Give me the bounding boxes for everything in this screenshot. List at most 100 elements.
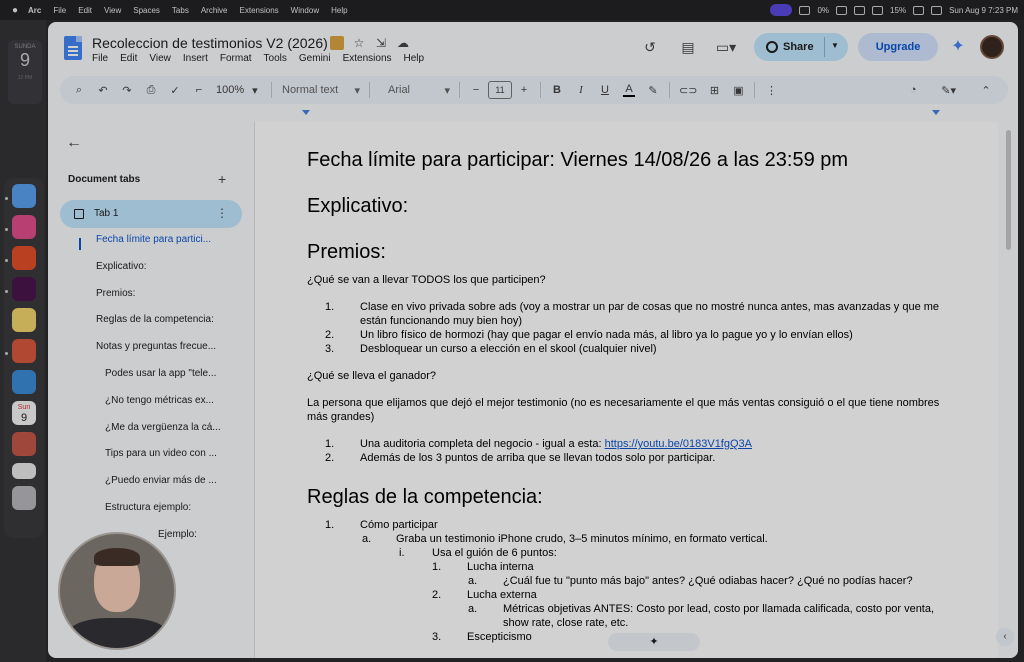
arc-icon[interactable]: [12, 215, 36, 239]
cpu-percent[interactable]: 0%: [817, 6, 829, 15]
font-select[interactable]: Arial ▾: [388, 80, 450, 100]
highlight-icon[interactable]: ✎: [646, 80, 660, 100]
font-size-input[interactable]: 11: [488, 81, 512, 99]
link-icon[interactable]: ⊂⊃: [679, 80, 697, 100]
menubar-view[interactable]: View: [104, 6, 121, 15]
version-history-icon[interactable]: ↺: [640, 37, 660, 57]
docs-logo-icon[interactable]: [64, 36, 82, 60]
menu-help[interactable]: Help: [404, 53, 425, 64]
outline-item[interactable]: Premios:: [96, 288, 246, 315]
menu-file[interactable]: File: [92, 53, 108, 64]
chevron-left-icon[interactable]: ‹: [996, 628, 1014, 646]
paragraph-style-select[interactable]: Normal text ▾: [282, 80, 360, 100]
apple-icon[interactable]: ●: [6, 5, 24, 16]
outline-item[interactable]: Estructura ejemplo:: [96, 502, 246, 529]
notes-icon[interactable]: [12, 308, 36, 332]
record-icon[interactable]: [872, 5, 884, 15]
bold-button[interactable]: B: [550, 80, 564, 100]
zoom-select[interactable]: 100% ▾: [216, 80, 262, 100]
menubar-file[interactable]: File: [53, 6, 66, 15]
window-icon[interactable]: [12, 463, 36, 479]
chevron-down-icon[interactable]: ▼: [831, 41, 839, 50]
outline-item[interactable]: ¿Puedo enviar más de ...: [96, 475, 246, 502]
menu-gemini[interactable]: Gemini: [299, 53, 331, 64]
screen-recorder-icon[interactable]: [770, 4, 793, 16]
menu-tools[interactable]: Tools: [264, 53, 287, 64]
outline-item[interactable]: Fecha límite para partici...: [96, 234, 246, 261]
insert-image-icon[interactable]: ▣: [731, 80, 745, 100]
display-icon[interactable]: [836, 5, 848, 15]
camera-icon[interactable]: [854, 5, 866, 15]
document-title[interactable]: Recoleccion de testimonios V2 (2026): [92, 35, 328, 51]
youtube-link[interactable]: https://youtu.be/0183V1fgQ3A: [605, 438, 752, 450]
outline-item[interactable]: Notas y preguntas frecue...: [96, 341, 246, 368]
tab-1[interactable]: Tab 1 ⋮: [60, 200, 242, 228]
brave-icon[interactable]: [12, 246, 36, 270]
calendar-widget[interactable]: SUNDA 9 12 PM: [8, 40, 42, 104]
menubar-help[interactable]: Help: [331, 6, 347, 15]
status-app-icon[interactable]: [799, 5, 811, 15]
battery-icon[interactable]: [913, 5, 925, 15]
outline-item[interactable]: Explicativo:: [96, 261, 246, 288]
freeform-icon[interactable]: [12, 370, 36, 394]
comments-icon[interactable]: ▤: [678, 37, 698, 57]
avatar[interactable]: [980, 35, 1004, 59]
calendar-icon[interactable]: Sun 9: [12, 401, 36, 425]
tab-options-icon[interactable]: ⋮: [216, 206, 228, 220]
finder-icon[interactable]: [12, 184, 36, 208]
share-button[interactable]: Share ▼: [754, 33, 848, 61]
undo-icon[interactable]: ↶: [96, 80, 110, 100]
upgrade-button[interactable]: Upgrade: [858, 33, 938, 61]
menubar-archive[interactable]: Archive: [201, 6, 228, 15]
gemini-floating-button[interactable]: ✦: [608, 633, 700, 651]
menubar-window[interactable]: Window: [291, 6, 319, 15]
text-color-button[interactable]: A: [622, 80, 636, 100]
outline-item[interactable]: Reglas de la competencia:: [96, 314, 246, 341]
menubar-clock[interactable]: Sun Aug 9 7:23 PM: [949, 6, 1018, 15]
italic-button[interactable]: I: [574, 80, 588, 100]
decrease-font-size-icon[interactable]: −: [469, 80, 483, 100]
vertical-scrollbar[interactable]: [1006, 130, 1011, 250]
trash-icon[interactable]: [12, 486, 36, 510]
menu-format[interactable]: Format: [220, 53, 252, 64]
menubar-spaces[interactable]: Spaces: [133, 6, 160, 15]
menubar-tabs[interactable]: Tabs: [172, 6, 189, 15]
print-icon[interactable]: ⎙: [144, 80, 158, 100]
ruler-indent-marker[interactable]: [302, 110, 310, 115]
outline-item[interactable]: Podes usar la app "tele...: [96, 368, 246, 395]
redo-icon[interactable]: ↷: [120, 80, 134, 100]
chevron-up-icon[interactable]: ⌃: [979, 80, 993, 100]
spellcheck-icon[interactable]: ✓: [168, 80, 182, 100]
back-arrow-icon[interactable]: ←: [66, 134, 82, 152]
menu-view[interactable]: View: [149, 53, 171, 64]
editing-mode-icon[interactable]: ✎▾: [941, 80, 956, 100]
gemini-icon[interactable]: ✦: [950, 39, 966, 55]
add-comment-icon[interactable]: ⊞: [707, 80, 721, 100]
flower-app-icon[interactable]: [12, 339, 36, 363]
document-page[interactable]: Fecha límite para participar: Viernes 14…: [254, 122, 998, 658]
underline-button[interactable]: U: [598, 80, 612, 100]
gemini-toolbar-icon[interactable]: ◔: [906, 80, 920, 100]
menubar-app-name[interactable]: Arc: [28, 6, 41, 15]
move-folder-icon[interactable]: ⇲: [374, 36, 388, 50]
outline-item[interactable]: ¿Me da vergüenza la cá...: [96, 422, 246, 449]
outline-item[interactable]: ¿No tengo métricas ex...: [96, 395, 246, 422]
outline-item[interactable]: Tips para un video con ...: [96, 448, 246, 475]
add-tab-icon[interactable]: +: [218, 171, 226, 187]
emoji-icon[interactable]: [330, 36, 344, 50]
menu-extensions[interactable]: Extensions: [343, 53, 392, 64]
menu-edit[interactable]: Edit: [120, 53, 137, 64]
slack-icon[interactable]: [12, 277, 36, 301]
battery-percent[interactable]: 15%: [890, 6, 906, 15]
increase-font-size-icon[interactable]: +: [517, 80, 531, 100]
ruler-right-margin-marker[interactable]: [932, 110, 940, 115]
cloud-status-icon[interactable]: ☁: [396, 36, 410, 50]
more-options-icon[interactable]: ⋮: [764, 80, 778, 100]
photo-app-icon[interactable]: [12, 432, 36, 456]
paint-format-icon[interactable]: ⌐: [192, 80, 206, 100]
search-menus-icon[interactable]: ⌕: [72, 80, 86, 100]
meet-icon[interactable]: ▭▾: [716, 37, 736, 57]
webcam-bubble[interactable]: [58, 532, 176, 650]
star-icon[interactable]: ☆: [352, 36, 366, 50]
menu-insert[interactable]: Insert: [183, 53, 208, 64]
